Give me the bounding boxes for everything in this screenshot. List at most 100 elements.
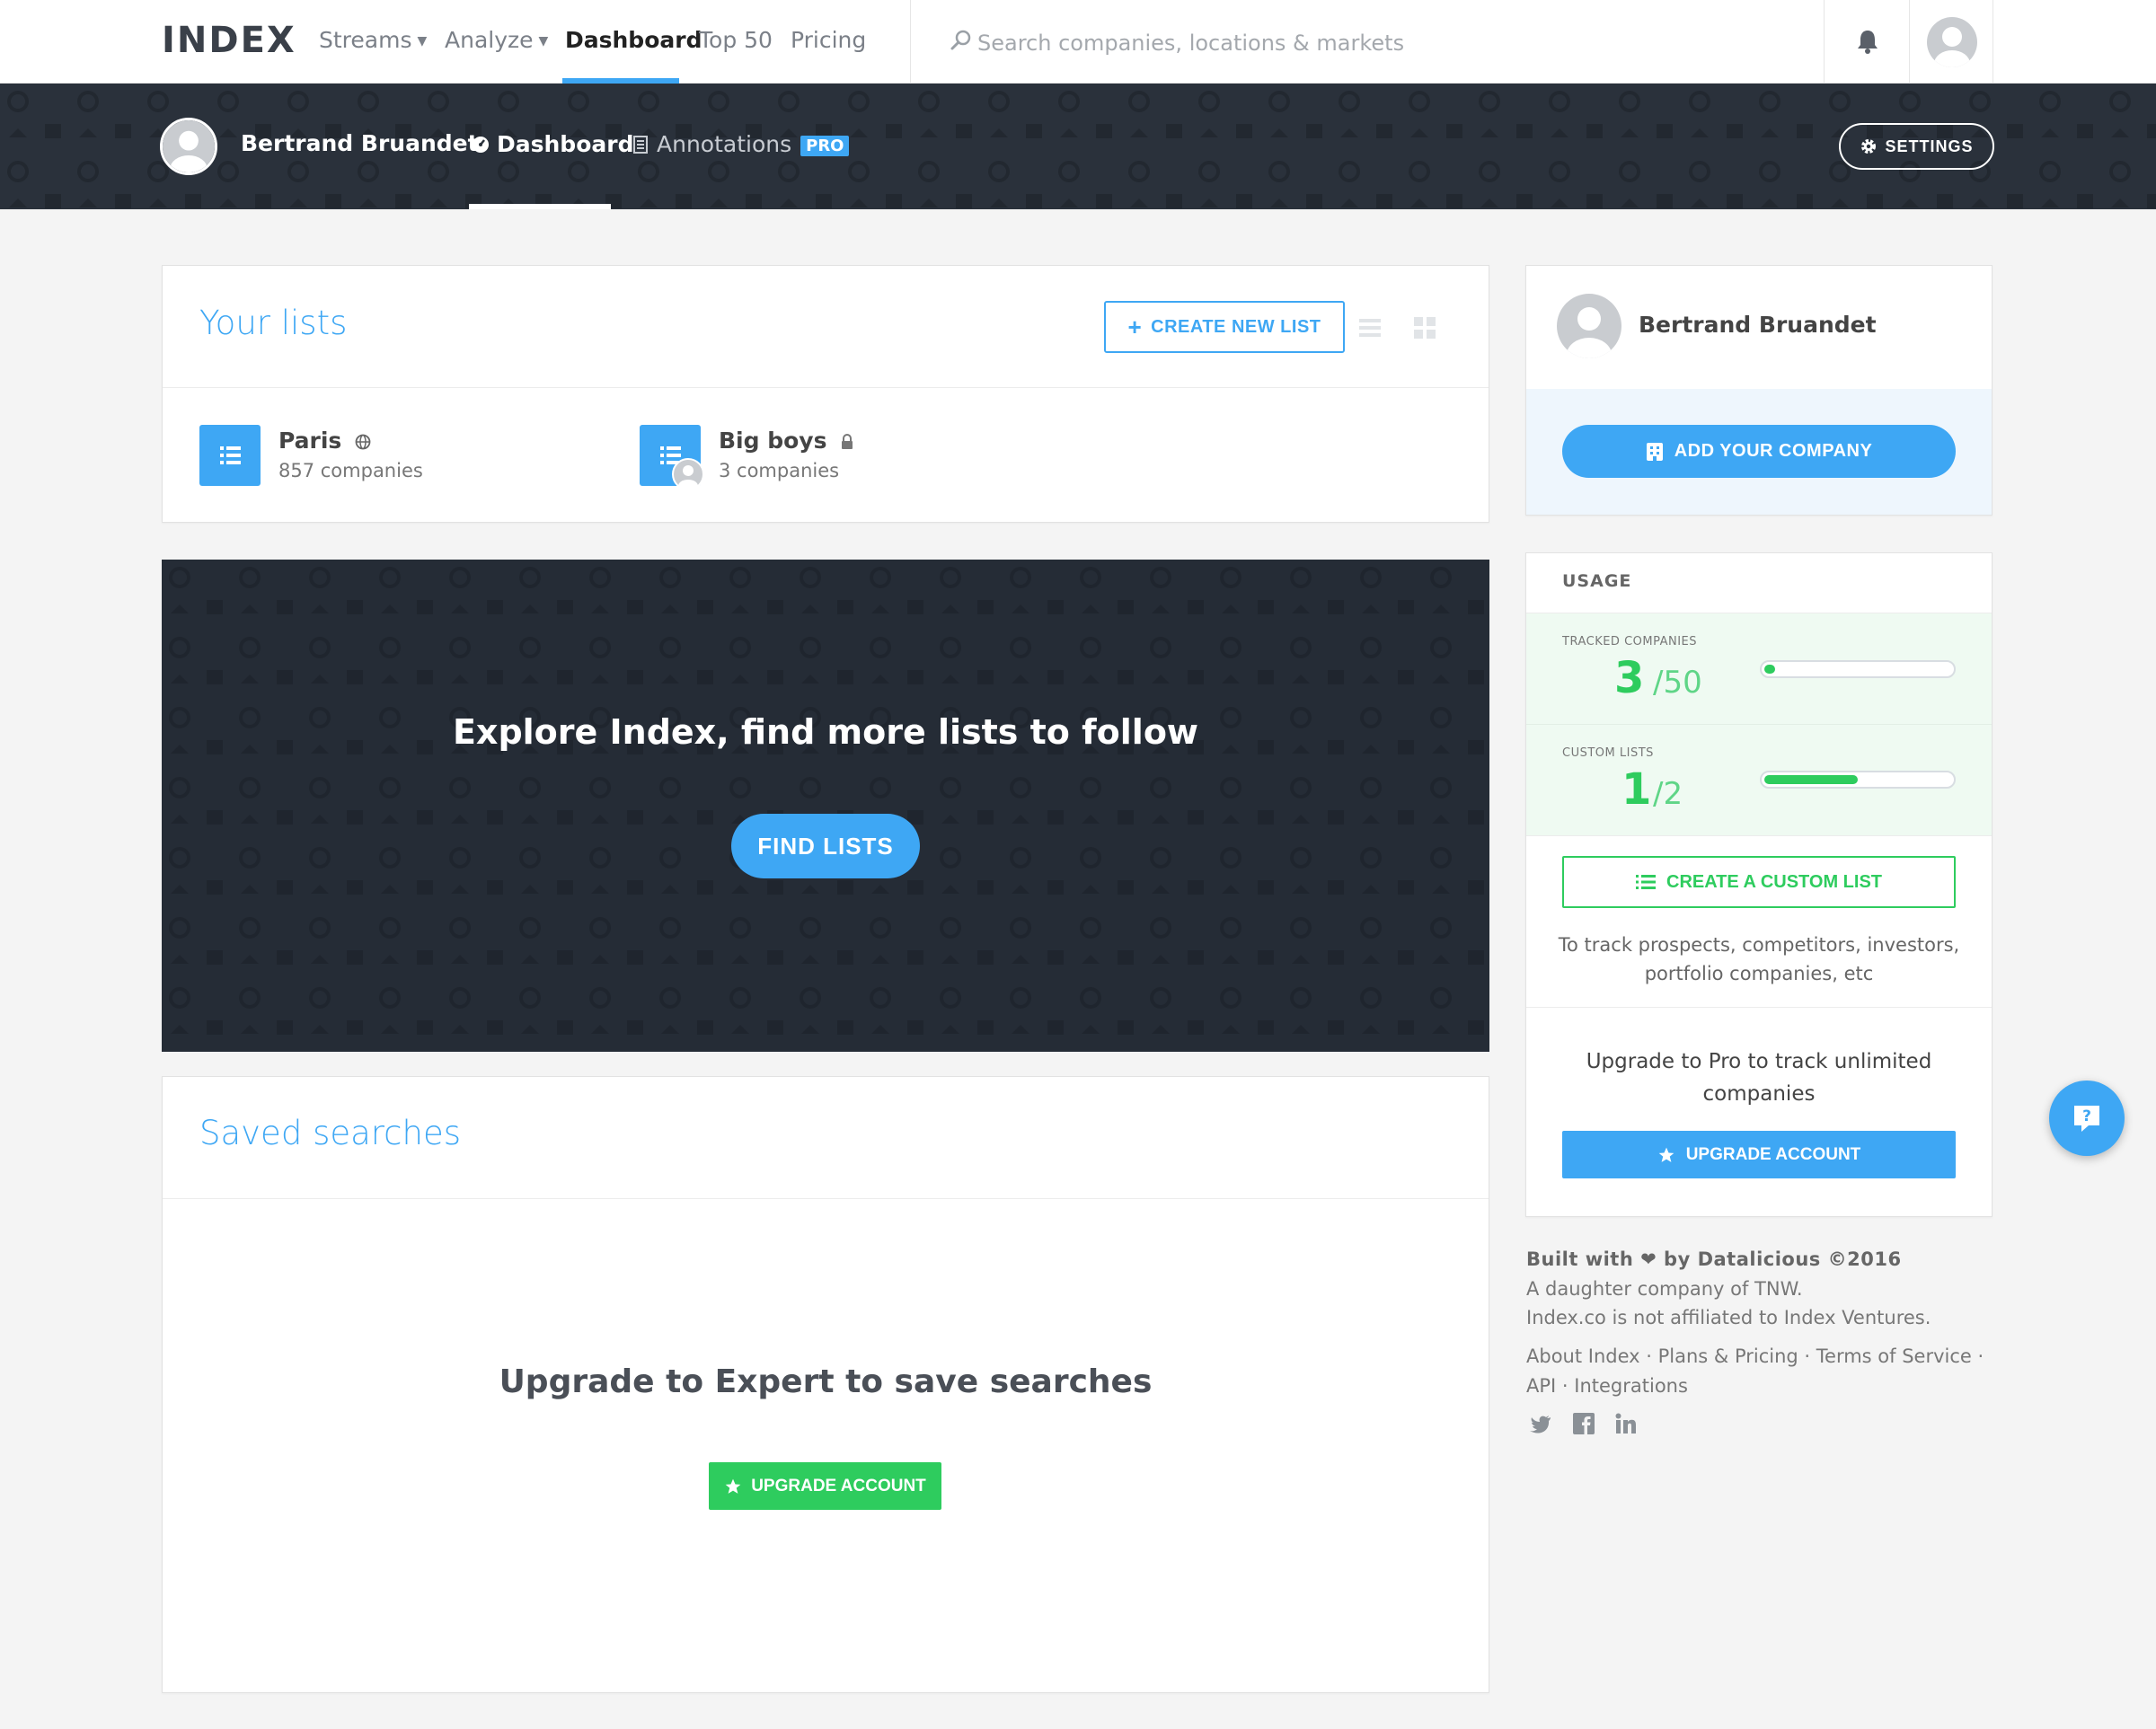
list-icon[interactable] xyxy=(199,425,261,486)
usage-label: USAGE xyxy=(1562,571,1632,591)
list-item-paris[interactable]: Paris xyxy=(278,428,371,454)
tab-dashboard[interactable]: Dashboard xyxy=(472,131,633,157)
find-lists-button[interactable]: FIND LISTS xyxy=(731,814,920,878)
settings-button[interactable]: SETTINGS xyxy=(1839,123,1994,170)
your-lists-title: Your lists xyxy=(199,304,348,342)
custom-lists-max: /2 xyxy=(1653,776,1683,812)
tracked-companies-value: 3 xyxy=(1614,653,1645,703)
nav-item-label: Streams xyxy=(319,27,412,53)
built-suffix: by Datalicious ©2016 xyxy=(1664,1248,1902,1270)
grid-view-icon[interactable] xyxy=(1414,317,1436,339)
index-logo[interactable]: INDEX xyxy=(162,20,296,61)
nav-item-label: Analyze xyxy=(445,27,534,53)
list-item-big-boys[interactable]: Big boys xyxy=(719,428,854,454)
footer-links: API · Integrations xyxy=(1526,1375,1688,1397)
progress-fill xyxy=(1764,775,1858,784)
footer-links: About Index · Plans & Pricing · Terms of… xyxy=(1526,1345,1984,1367)
divider xyxy=(1824,0,1825,84)
explore-banner: Explore Index, find more lists to follow… xyxy=(162,560,1489,1052)
custom-lists-caption: CUSTOM LISTS xyxy=(1562,746,1654,760)
create-custom-list-label: CREATE A CUSTOM LIST xyxy=(1666,871,1882,892)
list-icon xyxy=(1636,875,1656,889)
divider xyxy=(1526,1007,1992,1008)
active-tab-indicator xyxy=(469,204,611,209)
built-prefix: Built with xyxy=(1526,1248,1634,1270)
custom-lists-value: 1 xyxy=(1621,764,1652,815)
top-navigation: INDEX Streams ▼ Analyze ▼ Dashboard Top 50… xyxy=(0,0,2156,84)
globe-icon xyxy=(355,434,371,450)
lock-icon xyxy=(842,434,853,449)
list-name: Paris xyxy=(278,428,342,454)
api-link[interactable]: API xyxy=(1526,1375,1556,1397)
explore-title: Explore Index, find more lists to follow xyxy=(452,712,1199,752)
list-count: 857 companies xyxy=(278,460,423,481)
facebook-icon[interactable] xyxy=(1572,1412,1595,1435)
terms-link[interactable]: Terms of Service xyxy=(1816,1345,1972,1367)
caret-down-icon: ▼ xyxy=(417,34,428,49)
caret-down-icon: ▼ xyxy=(538,34,549,49)
search-icon xyxy=(950,30,971,50)
profile-name[interactable]: Bertrand Bruandet xyxy=(1639,312,1877,338)
nav-item-analyze[interactable]: Analyze ▼ xyxy=(445,27,548,53)
dashboard-icon xyxy=(473,137,489,153)
owner-avatar xyxy=(672,458,704,490)
about-link[interactable]: About Index xyxy=(1526,1345,1640,1367)
upgrade-account-button[interactable]: UPGRADE ACCOUNT xyxy=(1562,1131,1956,1178)
linkedin-icon[interactable] xyxy=(1614,1412,1638,1435)
help-chat-button[interactable]: ? xyxy=(2049,1081,2125,1156)
footer-line: A daughter company of TNW. xyxy=(1526,1278,1803,1300)
pricing-link[interactable]: Plans & Pricing xyxy=(1658,1345,1798,1367)
heart-icon: ❤ xyxy=(1640,1248,1657,1270)
tab-label: Annotations xyxy=(657,131,792,157)
list-count: 3 companies xyxy=(719,460,840,481)
tracked-companies-progress xyxy=(1760,660,1956,678)
add-company-button[interactable]: ADD YOUR COMPANY xyxy=(1562,425,1956,478)
divider xyxy=(1526,835,1992,836)
divider xyxy=(1909,0,1910,84)
document-icon xyxy=(633,136,648,154)
svg-text:?: ? xyxy=(2082,1107,2091,1125)
add-company-label: ADD YOUR COMPANY xyxy=(1674,441,1873,461)
built-with-credit: Built with ❤ by Datalicious ©2016 xyxy=(1526,1248,1902,1270)
saved-searches-title: Saved searches xyxy=(199,1114,462,1152)
custom-lists-progress xyxy=(1760,771,1956,789)
list-name: Big boys xyxy=(719,428,827,454)
pro-badge: PRO xyxy=(800,135,850,156)
divider xyxy=(163,1198,1489,1199)
star-icon xyxy=(1658,1147,1674,1162)
upgrade-expert-message: Upgrade to Expert to save searches xyxy=(499,1363,1153,1400)
custom-list-hint: To track prospects, competitors, investo… xyxy=(1558,934,1960,984)
tracked-companies-max: /50 xyxy=(1653,665,1702,701)
progress-fill xyxy=(1764,665,1775,674)
upgrade-account-label: UPGRADE ACCOUNT xyxy=(751,1476,926,1495)
help-icon: ? xyxy=(2074,1106,2099,1132)
plus-icon: + xyxy=(1127,313,1143,340)
upgrade-account-label: UPGRADE ACCOUNT xyxy=(1685,1144,1861,1164)
divider xyxy=(910,0,911,84)
search-input[interactable] xyxy=(977,25,1714,61)
user-avatar[interactable] xyxy=(160,118,217,175)
building-icon xyxy=(1646,442,1663,461)
gear-icon xyxy=(1861,139,1877,154)
integrations-link[interactable]: Integrations xyxy=(1574,1375,1688,1397)
divider xyxy=(163,387,1489,388)
tracked-companies-caption: TRACKED COMPANIES xyxy=(1562,635,1698,648)
create-new-list-button[interactable]: + CREATE NEW LIST xyxy=(1104,301,1345,353)
footer-line: Index.co is not affiliated to Index Vent… xyxy=(1526,1307,1931,1328)
tab-annotations[interactable]: Annotations PRO xyxy=(633,131,850,157)
nav-item-dashboard[interactable]: Dashboard xyxy=(565,27,702,53)
upgrade-pro-message: Upgrade to Pro to track unlimited compan… xyxy=(1586,1050,1932,1106)
settings-label: SETTINGS xyxy=(1885,137,1974,155)
avatar[interactable] xyxy=(1927,17,1977,67)
nav-item-streams[interactable]: Streams ▼ xyxy=(319,27,427,53)
twitter-icon[interactable] xyxy=(1529,1412,1552,1435)
nav-item-top50[interactable]: Top 50 xyxy=(699,27,773,53)
user-name[interactable]: Bertrand Bruandet xyxy=(241,130,479,156)
profile-avatar[interactable] xyxy=(1557,294,1621,358)
nav-item-pricing[interactable]: Pricing xyxy=(791,27,866,53)
create-custom-list-button[interactable]: CREATE A CUSTOM LIST xyxy=(1562,856,1956,908)
list-view-icon[interactable] xyxy=(1359,317,1381,339)
upgrade-account-button[interactable]: UPGRADE ACCOUNT xyxy=(709,1462,941,1510)
bell-icon[interactable] xyxy=(1853,27,1882,56)
tab-label: Dashboard xyxy=(497,131,634,157)
